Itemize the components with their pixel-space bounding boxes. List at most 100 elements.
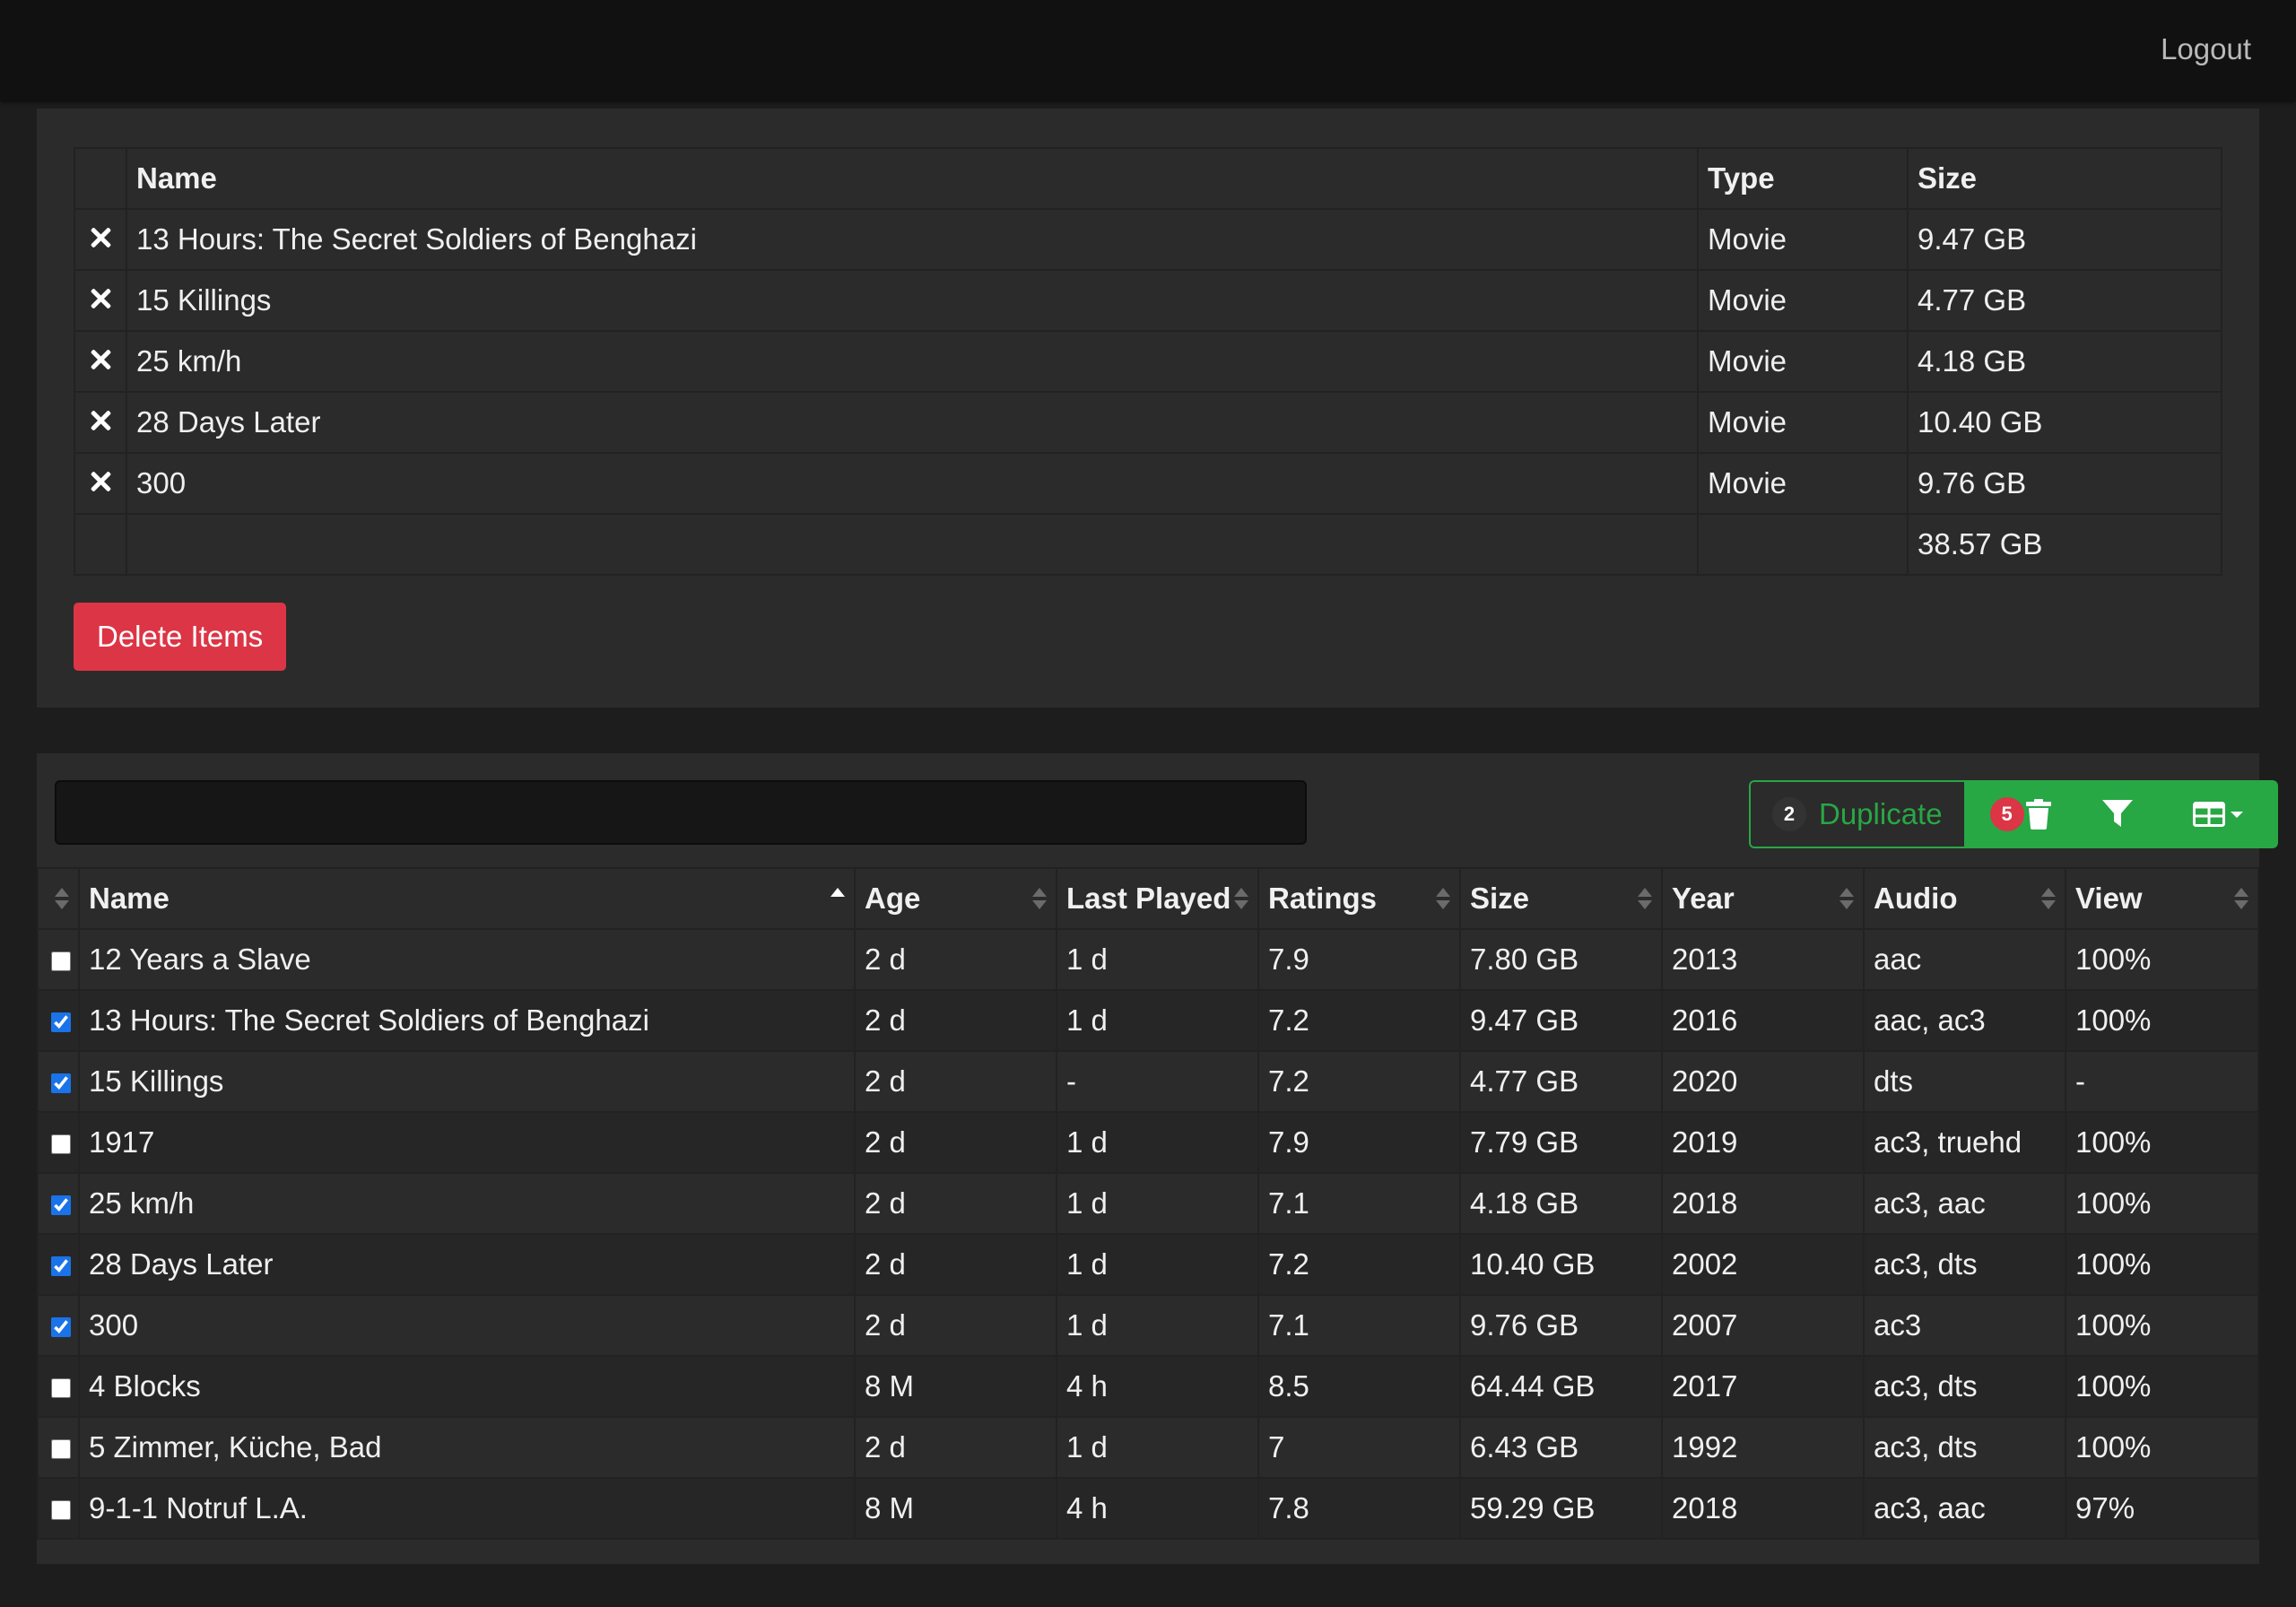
cell-ratings: 7.9 bbox=[1257, 928, 1461, 991]
remove-column-header bbox=[74, 147, 127, 210]
cell-ratings: 7.1 bbox=[1257, 1172, 1461, 1235]
row-checkbox[interactable] bbox=[51, 1378, 71, 1399]
cell-size: 9.76 GB bbox=[1459, 1294, 1663, 1357]
table-row[interactable]: 1917 2 d 1 d 7.9 7.79 GB 2019 ac3, trueh… bbox=[37, 1111, 2259, 1174]
select-cell bbox=[37, 1294, 80, 1357]
column-header-view[interactable]: View bbox=[2065, 867, 2259, 930]
row-checkbox[interactable] bbox=[51, 951, 71, 972]
cell-audio: aac bbox=[1863, 928, 2066, 991]
table-row[interactable]: 15 Killings 2 d - 7.2 4.77 GB 2020 dts - bbox=[37, 1050, 2259, 1113]
cell-audio: ac3 bbox=[1863, 1294, 2066, 1357]
delete-items-button[interactable]: Delete Items bbox=[74, 603, 287, 671]
sort-icon bbox=[55, 886, 69, 911]
table-row[interactable]: 300 2 d 1 d 7.1 9.76 GB 2007 ac3 100% bbox=[37, 1294, 2259, 1357]
column-header-label: Name bbox=[89, 882, 170, 915]
cell-view: 100% bbox=[2065, 1416, 2259, 1479]
cell-view: 100% bbox=[2065, 1233, 2259, 1296]
empty-cell bbox=[126, 513, 1699, 576]
sort-icon bbox=[1032, 886, 1047, 911]
column-header-type: Type bbox=[1697, 147, 1909, 210]
filter-button[interactable] bbox=[2076, 780, 2158, 848]
column-header-select[interactable] bbox=[37, 867, 80, 930]
column-header-last-played[interactable]: Last Played bbox=[1056, 867, 1259, 930]
sort-icon bbox=[1839, 886, 1854, 911]
table-row[interactable]: 12 Years a Slave 2 d 1 d 7.9 7.80 GB 201… bbox=[37, 928, 2259, 991]
column-header-size[interactable]: Size bbox=[1459, 867, 1663, 930]
cell-name: 28 Days Later bbox=[78, 1233, 856, 1296]
close-icon[interactable] bbox=[89, 348, 112, 371]
selected-item-size: 4.18 GB bbox=[1907, 330, 2222, 393]
column-header-name: Name bbox=[126, 147, 1699, 210]
empty-cell bbox=[1697, 513, 1909, 576]
selected-item-size: 9.47 GB bbox=[1907, 208, 2222, 271]
delete-selected-button[interactable]: 5 bbox=[1963, 780, 2077, 848]
selected-count-badge: 5 bbox=[1989, 797, 2024, 831]
close-icon[interactable] bbox=[89, 470, 112, 493]
cell-size: 7.79 GB bbox=[1459, 1111, 1663, 1174]
cell-last-played: 1 d bbox=[1056, 1294, 1259, 1357]
selected-items-panel: Name Type Size 13 Hours: The Secret Sold… bbox=[37, 109, 2259, 708]
cell-year: 1992 bbox=[1661, 1416, 1865, 1479]
row-checkbox[interactable] bbox=[51, 1317, 71, 1338]
row-checkbox[interactable] bbox=[51, 1073, 71, 1094]
search-input[interactable] bbox=[55, 780, 1307, 845]
selected-item-type: Movie bbox=[1697, 391, 1909, 454]
selected-item-row: 25 km/h Movie 4.18 GB bbox=[74, 330, 2222, 393]
library-table-body: 12 Years a Slave 2 d 1 d 7.9 7.80 GB 201… bbox=[37, 928, 2259, 1540]
close-icon[interactable] bbox=[89, 287, 112, 310]
column-header-label: Size bbox=[1470, 882, 1530, 915]
close-icon[interactable] bbox=[89, 226, 112, 249]
row-checkbox[interactable] bbox=[51, 1134, 71, 1155]
cell-last-played: 1 d bbox=[1056, 989, 1259, 1052]
cell-age: 2 d bbox=[854, 1050, 1057, 1113]
row-checkbox[interactable] bbox=[51, 1439, 71, 1460]
remove-cell bbox=[74, 452, 127, 515]
duplicate-button[interactable]: 2 Duplicate bbox=[1749, 780, 1964, 848]
table-row[interactable]: 13 Hours: The Secret Soldiers of Benghaz… bbox=[37, 989, 2259, 1052]
caret-down-icon bbox=[2230, 812, 2243, 818]
selected-item-type: Movie bbox=[1697, 330, 1909, 393]
library-panel: 2 Duplicate 5 Name Age Last Played Ratin… bbox=[37, 753, 2278, 1564]
cell-view: 100% bbox=[2065, 928, 2259, 991]
sort-icon bbox=[2041, 886, 2056, 911]
row-checkbox[interactable] bbox=[51, 1012, 71, 1033]
table-row[interactable]: 25 km/h 2 d 1 d 7.1 4.18 GB 2018 ac3, aa… bbox=[37, 1172, 2259, 1235]
close-icon[interactable] bbox=[89, 409, 112, 432]
empty-cell bbox=[74, 513, 127, 576]
column-header-ratings[interactable]: Ratings bbox=[1257, 867, 1461, 930]
logout-link[interactable]: Logout bbox=[2161, 32, 2251, 66]
column-header-age[interactable]: Age bbox=[854, 867, 1057, 930]
column-header-name[interactable]: Name bbox=[78, 867, 856, 930]
cell-ratings: 7.2 bbox=[1257, 989, 1461, 1052]
cell-view: 100% bbox=[2065, 1355, 2259, 1418]
column-header-label: Last Played bbox=[1066, 882, 1231, 915]
column-header-audio[interactable]: Audio bbox=[1863, 867, 2066, 930]
row-checkbox[interactable] bbox=[51, 1256, 71, 1277]
table-row[interactable]: 28 Days Later 2 d 1 d 7.2 10.40 GB 2002 … bbox=[37, 1233, 2259, 1296]
cell-size: 4.18 GB bbox=[1459, 1172, 1663, 1235]
row-checkbox[interactable] bbox=[51, 1195, 71, 1216]
library-header-row: Name Age Last Played Ratings Size Year A… bbox=[37, 867, 2259, 930]
total-size: 38.57 GB bbox=[1907, 513, 2222, 576]
table-row[interactable]: 9-1-1 Notruf L.A. 8 M 4 h 7.8 59.29 GB 2… bbox=[37, 1477, 2259, 1540]
cell-audio: ac3, aac bbox=[1863, 1477, 2066, 1540]
table-columns-icon bbox=[2192, 802, 2225, 827]
columns-dropdown-button[interactable] bbox=[2157, 780, 2278, 848]
table-row[interactable]: 4 Blocks 8 M 4 h 8.5 64.44 GB 2017 ac3, … bbox=[37, 1355, 2259, 1418]
cell-size: 6.43 GB bbox=[1459, 1416, 1663, 1479]
select-cell bbox=[37, 1050, 80, 1113]
sort-icon bbox=[2234, 886, 2248, 911]
row-checkbox[interactable] bbox=[51, 1500, 71, 1521]
cell-size: 64.44 GB bbox=[1459, 1355, 1663, 1418]
table-row[interactable]: 5 Zimmer, Küche, Bad 2 d 1 d 7 6.43 GB 1… bbox=[37, 1416, 2259, 1479]
cell-year: 2017 bbox=[1661, 1355, 1865, 1418]
cell-size: 9.47 GB bbox=[1459, 989, 1663, 1052]
cell-audio: ac3, aac bbox=[1863, 1172, 2066, 1235]
selected-item-row: 28 Days Later Movie 10.40 GB bbox=[74, 391, 2222, 454]
column-header-year[interactable]: Year bbox=[1661, 867, 1865, 930]
select-cell bbox=[37, 928, 80, 991]
cell-year: 2019 bbox=[1661, 1111, 1865, 1174]
cell-size: 7.80 GB bbox=[1459, 928, 1663, 991]
cell-year: 2002 bbox=[1661, 1233, 1865, 1296]
selected-items-header-row: Name Type Size bbox=[74, 147, 2222, 210]
